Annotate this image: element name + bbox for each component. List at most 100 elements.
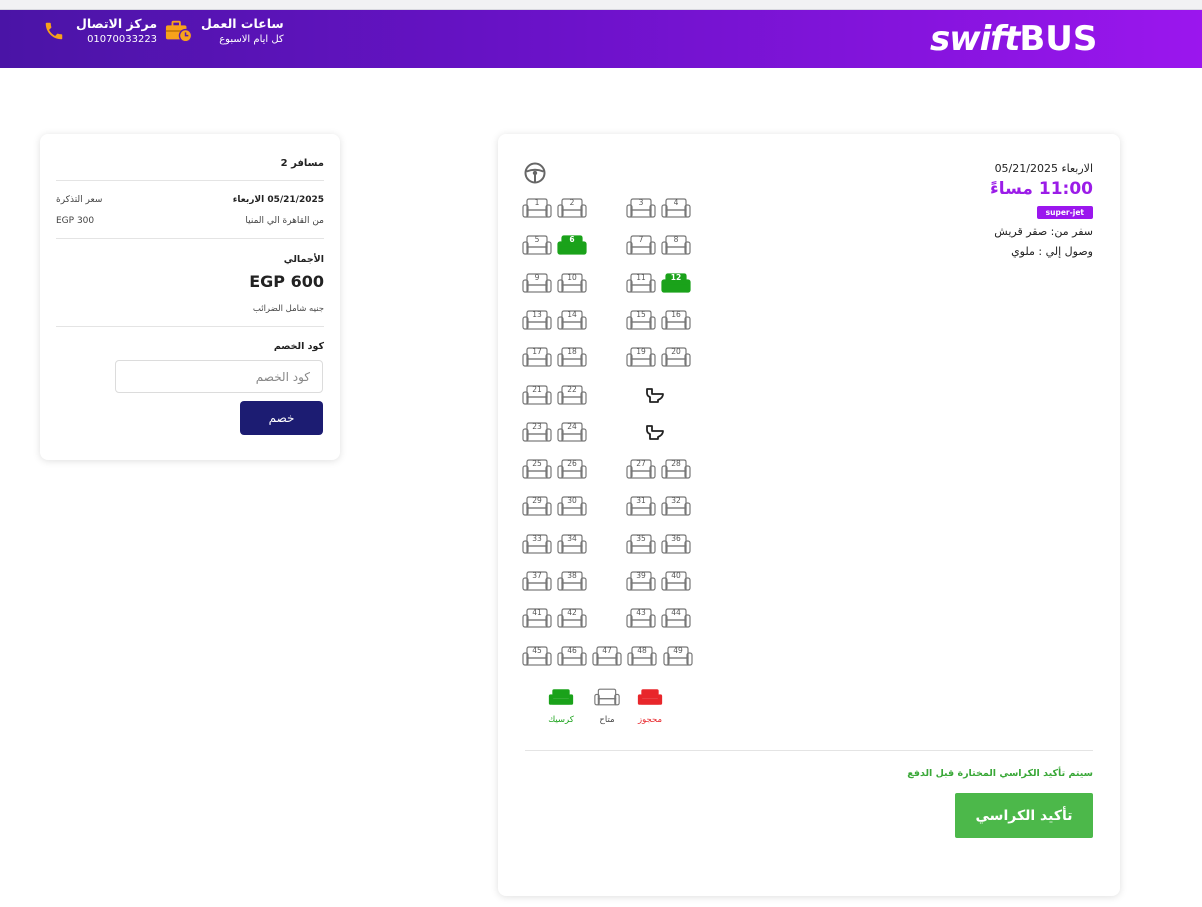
seat-36[interactable]: 36 <box>661 532 691 556</box>
seat-number: 27 <box>636 459 646 469</box>
seat-3[interactable]: 3 <box>626 196 656 220</box>
seat-43[interactable]: 43 <box>626 606 656 630</box>
seat-number: 46 <box>567 645 577 655</box>
seat-number: 29 <box>532 496 542 506</box>
seat-16[interactable]: 16 <box>661 308 691 332</box>
total-label: الأجمالي <box>283 254 324 265</box>
confirm-note: سيتم تأكيد الكراسي المختارة قبل الدفع <box>907 768 1093 779</box>
discount-code-input[interactable] <box>115 360 323 393</box>
swiftbus-logo[interactable]: swiftBUS <box>930 18 1097 60</box>
seat-8[interactable]: 8 <box>661 233 691 257</box>
briefcase-clock-icon <box>165 17 193 45</box>
seat-number: 25 <box>532 459 542 469</box>
seat-29[interactable]: 29 <box>522 494 552 518</box>
contact-phone[interactable]: 01070033223 <box>76 33 157 47</box>
seat-44[interactable]: 44 <box>661 606 691 630</box>
seat-5[interactable]: 5 <box>522 233 552 257</box>
seat-38[interactable]: 38 <box>557 569 587 593</box>
legend-available-label: متاح <box>599 715 615 725</box>
seat-22[interactable]: 22 <box>557 383 587 407</box>
seat-24[interactable]: 24 <box>557 420 587 444</box>
seat-21[interactable]: 21 <box>522 383 552 407</box>
seat-45[interactable]: 45 <box>522 644 552 668</box>
divider <box>56 326 324 327</box>
seat-13[interactable]: 13 <box>522 308 552 332</box>
seat-27[interactable]: 27 <box>626 457 656 481</box>
site-header: swiftBUS مركز الاتصال 01070033223 ساعات … <box>0 10 1202 68</box>
seat-10[interactable]: 10 <box>557 271 587 295</box>
seat-25[interactable]: 25 <box>522 457 552 481</box>
seat-number: 49 <box>673 645 683 655</box>
seat-selection-card: الاربعاء 05/21/2025 11:00 مساءً super-je… <box>498 134 1120 896</box>
seat-map: 1 2 3 4 5 6 7 8 9 10 11 12 13 14 15 16 17 18 19 20 21 22 23 24 2… <box>498 134 798 754</box>
seat-number: 43 <box>636 608 646 618</box>
seat-18[interactable]: 18 <box>557 345 587 369</box>
seat-4[interactable]: 4 <box>661 196 691 220</box>
seat-31[interactable]: 31 <box>626 494 656 518</box>
seat-number: 2 <box>569 198 575 207</box>
seat-23[interactable]: 23 <box>522 420 552 444</box>
seat-9[interactable]: 9 <box>522 271 552 295</box>
seat-35[interactable]: 35 <box>626 532 656 556</box>
apply-discount-button[interactable]: خصم <box>240 401 323 435</box>
seat-11[interactable]: 11 <box>626 271 656 295</box>
working-hours: ساعات العمل كل ايام الاسبوع <box>165 15 284 47</box>
toilet-icon <box>644 385 666 407</box>
seat-42[interactable]: 42 <box>557 606 587 630</box>
seat-number: 4 <box>673 198 679 207</box>
hours-title: ساعات العمل <box>201 16 284 31</box>
seat-40[interactable]: 40 <box>661 569 691 593</box>
seat-number: 47 <box>602 645 612 655</box>
seat-39[interactable]: 39 <box>626 569 656 593</box>
seat-number: 12 <box>670 272 682 282</box>
seat-19[interactable]: 19 <box>626 345 656 369</box>
seat-number: 19 <box>636 347 646 357</box>
seat-number: 11 <box>636 272 646 282</box>
trip-time: 11:00 مساءً <box>990 179 1093 199</box>
seat-number: 36 <box>671 533 681 543</box>
date-row: 05/21/2025 الاربعاء سعر التذكرة <box>56 195 324 205</box>
seat-15[interactable]: 15 <box>626 308 656 332</box>
seat-28[interactable]: 28 <box>661 457 691 481</box>
seat-30[interactable]: 30 <box>557 494 587 518</box>
seat-47[interactable]: 47 <box>592 644 622 668</box>
confirm-seats-button[interactable]: تأكيد الكراسي <box>955 793 1093 838</box>
seat-26[interactable]: 26 <box>557 457 587 481</box>
phone-icon <box>40 17 68 45</box>
seat-number: 33 <box>532 533 542 543</box>
legend-booked-label: محجوز <box>637 715 663 725</box>
seat-number: 13 <box>532 309 542 319</box>
browser-top-strip <box>0 0 1202 10</box>
seat-6[interactable]: 6 <box>557 233 587 257</box>
route-row: من القاهرة الي المنيا EGP 300 <box>56 216 324 226</box>
seat-17[interactable]: 17 <box>522 345 552 369</box>
seat-41[interactable]: 41 <box>522 606 552 630</box>
seat-32[interactable]: 32 <box>661 494 691 518</box>
seat-number: 14 <box>567 309 577 319</box>
seat-46[interactable]: 46 <box>557 644 587 668</box>
trip-day: الاربعاء 05/21/2025 <box>994 162 1093 175</box>
seat-37[interactable]: 37 <box>522 569 552 593</box>
seat-7[interactable]: 7 <box>626 233 656 257</box>
contact-center: مركز الاتصال 01070033223 <box>40 15 157 47</box>
hours-sub: كل ايام الاسبوع <box>219 34 284 45</box>
seat-number: 17 <box>532 347 542 357</box>
legend-yours: كرسيك <box>541 686 581 725</box>
seat-number: 37 <box>532 571 542 580</box>
seat-number: 23 <box>532 421 542 431</box>
seat-48[interactable]: 48 <box>627 644 657 668</box>
total-value: EGP 600 <box>249 272 324 291</box>
seat-14[interactable]: 14 <box>557 308 587 332</box>
seat-49[interactable]: 49 <box>663 644 693 668</box>
seat-12[interactable]: 12 <box>661 271 691 295</box>
seat-number: 22 <box>567 384 577 394</box>
booking-summary-card: 2 مسافر 05/21/2025 الاربعاء سعر التذكرة … <box>40 134 340 460</box>
seat-33[interactable]: 33 <box>522 532 552 556</box>
seat-20[interactable]: 20 <box>661 345 691 369</box>
seat-34[interactable]: 34 <box>557 532 587 556</box>
seat-number: 16 <box>671 309 681 319</box>
seat-2[interactable]: 2 <box>557 196 587 220</box>
trip-from: سفر من: صقر قريش <box>994 225 1093 238</box>
seat-yours-icon <box>541 686 581 711</box>
seat-1[interactable]: 1 <box>522 196 552 220</box>
